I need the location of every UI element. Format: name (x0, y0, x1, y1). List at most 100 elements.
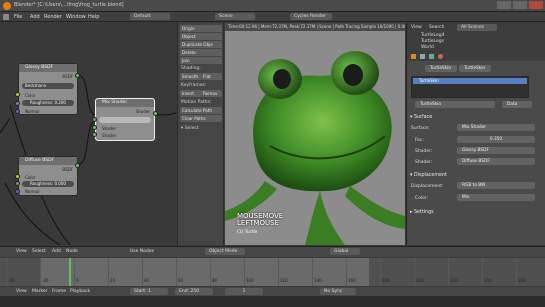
material-slot-item[interactable]: TurtleSkin (413, 78, 527, 84)
input-socket[interactable] (15, 92, 20, 97)
scene-select[interactable]: Scene (215, 13, 255, 20)
mix-shader-node[interactable]: Mix Shader Shader Shader Shader (95, 98, 155, 141)
menu-frame[interactable]: Frame (52, 289, 66, 294)
outliner-item[interactable]: TurtleLegs (421, 39, 444, 44)
menu-playback[interactable]: Playback (70, 289, 90, 294)
ruler-tick-label: -20 (42, 278, 49, 283)
end-frame-field[interactable]: End: 250 (175, 288, 213, 295)
color-label: Color: (415, 196, 429, 201)
outliner-search-menu[interactable]: Search (429, 25, 444, 30)
menu-view[interactable]: View (16, 289, 27, 294)
timeline-area: View Select Add Node Use Nodes Object Mo… (0, 246, 545, 297)
ruler-tick (380, 258, 381, 286)
ruler-tick (244, 258, 245, 286)
menu-add[interactable]: Add (52, 249, 61, 254)
menu-window[interactable]: Window (66, 14, 86, 20)
close-button[interactable] (529, 1, 543, 9)
settings-panel-header[interactable]: ▸ Settings (410, 210, 434, 215)
minimize-button[interactable] (497, 1, 511, 9)
smooth-button[interactable]: Smooth (180, 73, 201, 80)
diffuse-bsdf-node[interactable]: Diffuse BSDF BSDF Color Roughness: 0.000… (18, 156, 78, 196)
outliner-display-select[interactable]: All Scenes (457, 24, 497, 31)
input-socket[interactable] (15, 181, 20, 186)
timeline-track[interactable]: -40 -20 0 20 40 60 80 100 120 140 160 180 200 220 240 2… (0, 258, 545, 286)
shader1-label: Shader: (415, 149, 433, 154)
material-tab-icon[interactable] (438, 54, 443, 59)
origin-button[interactable]: Origin (180, 25, 222, 32)
3d-viewport[interactable]: Time:00:12.96 | Mem:72.37M, Peak:72.37M … (225, 23, 405, 245)
roughness-field[interactable]: Roughness: 0.200 (22, 100, 74, 106)
input-socket[interactable] (92, 117, 97, 122)
calculate-path-button[interactable]: Calculate Path (180, 107, 222, 114)
render-tab-icon[interactable] (411, 54, 416, 59)
menu-view[interactable]: View (16, 249, 27, 254)
input-socket[interactable] (15, 101, 20, 106)
input-socket[interactable] (15, 109, 20, 114)
roughness-field[interactable]: Roughness: 0.000 (22, 181, 74, 187)
object-button[interactable]: Object (180, 33, 222, 40)
scene-tab-icon[interactable] (420, 54, 425, 59)
insert-keyframe-button[interactable]: Insert (180, 90, 201, 97)
outliner-item[interactable]: World (421, 45, 434, 50)
distribution-select[interactable]: Beckmann (22, 83, 74, 89)
material-slot-list[interactable]: TurtleSkin (411, 76, 529, 98)
object-breadcrumb[interactable]: TurtleSkin (459, 65, 491, 72)
layout-select[interactable]: Default (130, 13, 170, 20)
duplicate-object-button[interactable]: Duplicate Obje (180, 41, 222, 48)
menu-select[interactable]: Select (32, 249, 46, 254)
displacement-select[interactable]: RGB to BW (457, 182, 535, 189)
orientation-select[interactable]: Global (330, 248, 360, 255)
output-socket[interactable] (75, 73, 80, 78)
select-panel-header[interactable]: ▾ Select (181, 126, 199, 131)
menu-add[interactable]: Add (30, 14, 40, 20)
output-socket[interactable] (75, 163, 80, 168)
input-socket[interactable] (15, 174, 20, 179)
menu-render[interactable]: Render (44, 14, 62, 20)
menu-file[interactable]: File (14, 14, 22, 20)
ruler-tick-label: 20 (110, 278, 116, 283)
sync-select[interactable]: No Sync (320, 288, 356, 295)
menu-help[interactable]: Help (88, 14, 99, 20)
input-socket[interactable] (92, 132, 97, 137)
remove-keyframe-button[interactable]: Remov (201, 90, 222, 97)
shader2-select[interactable]: Diffuse BSDF (457, 158, 535, 165)
fac-field[interactable] (99, 117, 151, 123)
maximize-button[interactable] (513, 1, 527, 9)
flat-button[interactable]: Flat (201, 73, 222, 80)
ruler-tick-label: 80 (212, 278, 218, 283)
shader1-select[interactable]: Glossy BSDF (457, 147, 535, 154)
material-datablock-field[interactable]: TurtleSkin (415, 101, 495, 108)
menu-marker[interactable]: Marker (32, 289, 48, 294)
input-socket[interactable] (92, 125, 97, 130)
color-select[interactable]: Mix (457, 194, 535, 201)
surface-panel-header[interactable]: ▾ Surface (410, 115, 432, 120)
start-frame-field[interactable]: Start: 1 (130, 288, 168, 295)
surface-header-label: Surface (413, 115, 433, 120)
node-editor[interactable]: Glossy BSDF BSDF Beckmann Color Roughnes… (0, 23, 176, 245)
clear-paths-button[interactable]: Clear Paths (180, 115, 222, 122)
ruler-tick-label: 140 (314, 278, 322, 283)
mode-select[interactable]: Object Mode (205, 248, 245, 255)
fac-slider[interactable]: 0.350 (457, 136, 535, 143)
shading-label: Shading: (181, 66, 201, 71)
delete-button[interactable]: Delete (180, 49, 222, 56)
render-engine-select[interactable]: Cycles Render (290, 13, 332, 20)
outliner-item[interactable]: TurtleLeg4 (421, 33, 444, 38)
input-socket[interactable] (15, 189, 20, 194)
world-tab-icon[interactable] (429, 54, 434, 59)
ruler-tick-label: 260 (518, 278, 526, 283)
data-link-select[interactable]: Data (502, 101, 532, 108)
current-frame-cursor[interactable] (69, 258, 71, 286)
current-frame-field[interactable]: 1 (225, 288, 263, 295)
glossy-bsdf-node[interactable]: Glossy BSDF BSDF Beckmann Color Roughnes… (18, 63, 78, 115)
material-breadcrumb[interactable]: TurtleSkin (425, 65, 457, 72)
displacement-panel-header[interactable]: ▾ Displacement (410, 173, 447, 178)
use-nodes-checkbox[interactable]: Use Nodes (130, 249, 154, 254)
join-button[interactable]: Join (180, 57, 222, 64)
select-label: Select (184, 126, 199, 131)
info-icon[interactable] (3, 14, 9, 20)
outliner-view-menu[interactable]: View (411, 25, 422, 30)
menu-node[interactable]: Node (66, 249, 78, 254)
output-socket[interactable] (153, 111, 158, 116)
surface-shader-select[interactable]: Mix Shader (457, 124, 535, 131)
